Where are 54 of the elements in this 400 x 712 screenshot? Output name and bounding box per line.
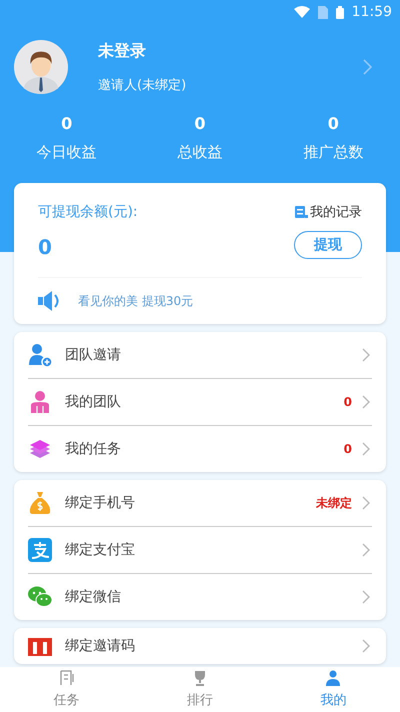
stat-value: 0 <box>328 114 339 133</box>
stat-label: 推广总数 <box>303 143 364 162</box>
menu-label: 绑定手机号 <box>65 494 136 512</box>
money-bag-icon <box>28 491 52 515</box>
battery-icon <box>336 6 344 18</box>
chevron-right-icon <box>362 348 370 362</box>
menu-label: 我的团队 <box>65 393 122 411</box>
chevron-right-icon <box>362 442 370 456</box>
stat-label: 今日收益 <box>36 143 97 162</box>
user-name: 未登录 <box>98 40 147 62</box>
stat-value: 0 <box>194 114 206 133</box>
nav-tab[interactable]: 排行 <box>133 667 267 712</box>
layers-icon <box>28 437 52 461</box>
wifi-icon <box>294 6 310 18</box>
status-text: 未绑定 <box>316 494 352 512</box>
user-icon <box>326 670 340 686</box>
status-text: 0 <box>344 395 352 409</box>
balance-label: 可提现余额(元): <box>38 203 138 221</box>
menu-item[interactable]: 绑定支付宝 <box>28 527 372 574</box>
menu-label: 团队邀请 <box>65 346 122 364</box>
menu-item[interactable]: 团队邀请 <box>28 332 372 379</box>
menu-label: 我的任务 <box>65 440 122 458</box>
menu-item[interactable]: 绑定手机号 未绑定 <box>28 480 372 527</box>
menu-label: 绑定支付宝 <box>65 541 136 559</box>
chevron-right-icon[interactable] <box>363 59 372 75</box>
chevron-right-icon <box>362 543 370 557</box>
add-user-icon <box>28 343 52 367</box>
chevron-right-icon <box>362 639 370 653</box>
no-sim-icon <box>318 6 328 18</box>
chevron-right-icon <box>362 496 370 510</box>
stat-value: 0 <box>61 114 72 133</box>
records-link[interactable]: 我的记录 <box>310 203 362 221</box>
inviter-status: 邀请人(未绑定) <box>98 76 188 94</box>
menu-item[interactable]: 绑定邀请码 <box>28 628 372 664</box>
chat-bubbles-icon <box>28 585 52 609</box>
payment-icon <box>28 538 52 562</box>
menu-item[interactable]: 我的团队 0 <box>28 379 372 426</box>
status-time: 11:59 <box>352 4 392 20</box>
notice-text: 看见你的美 提现30元 <box>78 292 194 310</box>
stat-label: 总收益 <box>177 143 222 162</box>
status-text: 0 <box>344 442 352 456</box>
trophy-icon <box>192 670 207 686</box>
balance-amount: 0 <box>38 235 53 259</box>
list-icon <box>60 670 74 686</box>
user-icon <box>28 390 52 414</box>
avatar-icon <box>14 40 68 94</box>
menu-label: 绑定微信 <box>65 588 122 606</box>
menu-item[interactable]: 绑定微信 <box>28 574 372 620</box>
chevron-right-icon <box>362 395 370 409</box>
nav-tab[interactable]: 任务 <box>0 667 134 712</box>
chevron-right-icon <box>362 590 370 604</box>
menu-item[interactable]: 我的任务 0 <box>28 426 372 472</box>
menu-label: 绑定邀请码 <box>65 637 136 655</box>
list-icon <box>295 206 308 218</box>
